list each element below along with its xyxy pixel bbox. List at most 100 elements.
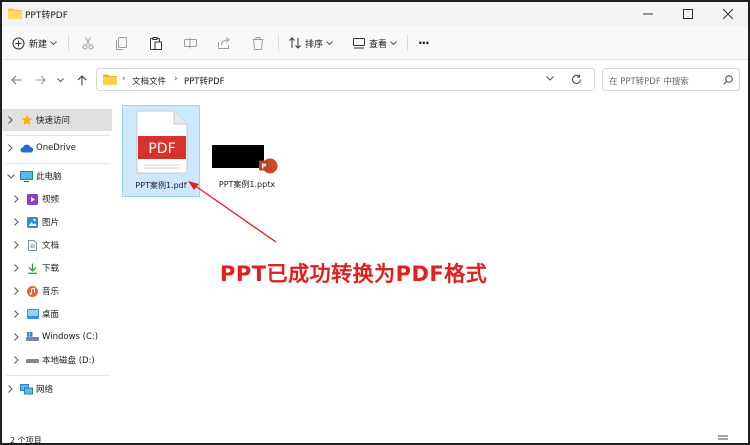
breadcrumb-current-folder[interactable]: PPT转PDF bbox=[184, 75, 225, 87]
chevron-down-icon bbox=[56, 77, 64, 82]
sidebar-item-documents[interactable]: 文档 bbox=[2, 234, 112, 256]
window-title: PPT转PDF bbox=[25, 11, 68, 21]
sidebar-item-pictures[interactable]: 图片 bbox=[2, 211, 112, 233]
minimize-button[interactable] bbox=[628, 2, 668, 26]
sort-button[interactable]: 排序 bbox=[289, 32, 333, 54]
maximize-icon bbox=[683, 9, 693, 19]
sort-button-label: 排序 bbox=[305, 39, 324, 50]
sidebar-item-label: 网络 bbox=[36, 385, 54, 395]
trash-icon bbox=[252, 36, 264, 50]
cut-button[interactable] bbox=[82, 32, 94, 54]
sidebar-item-videos[interactable]: 视频 bbox=[2, 188, 112, 210]
breadcrumb-documents[interactable]: 文档文件 bbox=[132, 75, 166, 87]
chevron-right-icon[interactable] bbox=[8, 385, 13, 393]
sidebar-item-onedrive[interactable]: OneDrive bbox=[2, 137, 112, 159]
scissors-icon bbox=[82, 36, 94, 49]
more-options-button[interactable]: ··· bbox=[418, 32, 430, 54]
sidebar-item-label: 快速访问 bbox=[36, 116, 71, 126]
view-button[interactable]: 查看 bbox=[353, 32, 397, 54]
file-item-pptx[interactable]: P PPT案例1.pptx bbox=[208, 105, 286, 197]
breadcrumb-separator-icon: › bbox=[174, 74, 178, 84]
folder-icon bbox=[103, 74, 117, 85]
sidebar-item-quick-access[interactable]: 快速访问 bbox=[2, 109, 112, 131]
paste-button[interactable] bbox=[150, 32, 162, 54]
search-box[interactable]: 在 PPT转PDF 中搜索 bbox=[602, 68, 740, 91]
download-icon bbox=[27, 263, 38, 274]
chevron-right-icon[interactable] bbox=[14, 333, 19, 341]
sidebar-item-music[interactable]: 音乐 bbox=[2, 280, 112, 302]
up-button[interactable] bbox=[73, 72, 91, 88]
sidebar-item-label: 下载 bbox=[42, 264, 60, 274]
chevron-right-icon[interactable] bbox=[14, 218, 19, 226]
sidebar-item-desktop[interactable]: 桌面 bbox=[2, 303, 112, 325]
sidebar-item-drive-d[interactable]: 本地磁盘 (D:) bbox=[2, 349, 112, 371]
powerpoint-icon: P bbox=[259, 158, 278, 174]
copy-icon bbox=[116, 36, 127, 50]
sidebar-item-this-pc[interactable]: 此电脑 bbox=[2, 165, 112, 187]
chevron-right-icon[interactable] bbox=[14, 241, 19, 249]
chevron-right-icon[interactable] bbox=[14, 264, 19, 272]
sidebar-item-label: OneDrive bbox=[36, 143, 76, 153]
navigation-pane: 快速访问 OneDrive 此电脑 视频 图片 文档 下载 音乐 桌面 Wind… bbox=[2, 100, 114, 430]
sidebar-item-label: 图片 bbox=[42, 218, 60, 228]
toolbar-divider bbox=[278, 35, 279, 51]
chevron-right-icon[interactable] bbox=[14, 195, 19, 203]
file-name: PPT案例1.pptx bbox=[218, 180, 276, 189]
pdf-file-icon: PDF bbox=[136, 110, 188, 174]
file-name: PPT案例1.pdf bbox=[135, 181, 187, 190]
chevron-right-icon[interactable] bbox=[8, 116, 13, 124]
drive-icon bbox=[26, 332, 39, 342]
chevron-right-icon[interactable] bbox=[14, 310, 19, 318]
details-view-icon[interactable] bbox=[718, 435, 728, 443]
annotation-text: PPT已成功转换为PDF格式 bbox=[220, 262, 488, 286]
network-icon bbox=[20, 383, 33, 395]
sidebar-divider bbox=[6, 375, 110, 376]
cloud-icon bbox=[20, 144, 34, 153]
address-bar[interactable]: › 文档文件 › PPT转PDF bbox=[96, 68, 595, 91]
close-icon bbox=[723, 9, 733, 19]
rename-button[interactable] bbox=[184, 32, 197, 54]
minimize-icon bbox=[643, 13, 653, 15]
chevron-down-icon bbox=[50, 40, 57, 45]
powerpoint-badge-text: P bbox=[261, 163, 266, 171]
chevron-right-icon[interactable] bbox=[8, 144, 13, 152]
toolbar-divider bbox=[68, 35, 69, 51]
sidebar-item-label: 音乐 bbox=[42, 287, 60, 297]
new-button[interactable]: 新建 bbox=[12, 32, 57, 54]
forward-button[interactable] bbox=[31, 72, 49, 88]
view-icon bbox=[353, 37, 365, 48]
search-input[interactable]: 在 PPT转PDF 中搜索 bbox=[609, 75, 689, 87]
sidebar-divider bbox=[6, 163, 110, 164]
folder-icon bbox=[8, 8, 22, 19]
arrow-up-icon bbox=[77, 74, 87, 85]
delete-button[interactable] bbox=[252, 32, 264, 54]
sidebar-item-downloads[interactable]: 下载 bbox=[2, 257, 112, 279]
recent-locations-button[interactable] bbox=[54, 72, 66, 88]
sidebar-item-network[interactable]: 网络 bbox=[2, 378, 112, 400]
pdf-badge-text: PDF bbox=[148, 141, 175, 157]
status-bar: 2 个项目 bbox=[2, 430, 748, 443]
toolbar-divider bbox=[407, 35, 408, 51]
sidebar-item-label: 桌面 bbox=[42, 310, 60, 320]
more-dots-icon: ··· bbox=[418, 36, 430, 50]
maximize-button[interactable] bbox=[668, 2, 708, 26]
desktop-icon bbox=[27, 309, 39, 319]
chevron-down-icon[interactable] bbox=[546, 76, 554, 81]
close-button[interactable] bbox=[708, 2, 748, 26]
picture-icon bbox=[27, 216, 38, 228]
music-icon bbox=[27, 285, 38, 297]
sidebar-item-label: 视频 bbox=[42, 195, 60, 205]
back-button[interactable] bbox=[7, 72, 25, 88]
video-icon bbox=[27, 193, 38, 205]
file-item-pdf[interactable]: PDF PPT案例1.pdf bbox=[122, 105, 200, 197]
chevron-down-icon[interactable] bbox=[7, 173, 15, 179]
copy-button[interactable] bbox=[116, 32, 127, 54]
chevron-right-icon[interactable] bbox=[14, 356, 19, 364]
refresh-icon[interactable] bbox=[571, 74, 582, 85]
share-button[interactable] bbox=[218, 32, 231, 54]
chevron-right-icon[interactable] bbox=[14, 287, 19, 295]
sidebar-item-drive-c[interactable]: Windows (C:) bbox=[2, 326, 112, 348]
view-button-label: 查看 bbox=[369, 39, 388, 50]
document-icon bbox=[28, 239, 37, 251]
sort-icon bbox=[289, 37, 301, 49]
